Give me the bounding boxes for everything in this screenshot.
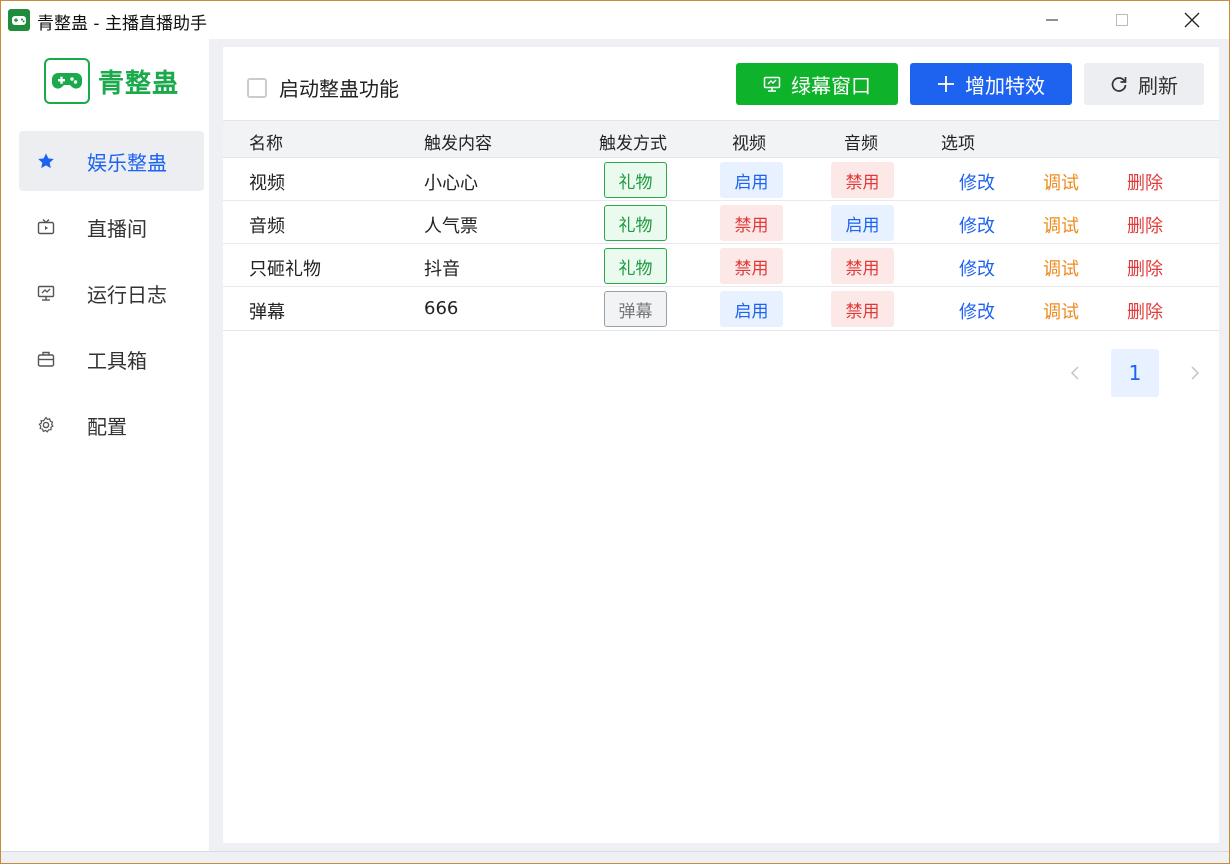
- header-audio: 音频: [844, 134, 878, 154]
- sidebar: 青整蛊 娱乐整蛊 直播间 运行日志 工具箱 配置: [1, 39, 215, 851]
- title-bar: 青整蛊 - 主播直播助手: [1, 1, 1229, 39]
- pagination-prev-button[interactable]: [1065, 359, 1085, 387]
- cell-name: 弹幕: [249, 302, 285, 323]
- debug-link[interactable]: 调试: [1043, 212, 1079, 238]
- enable-prank-toggle[interactable]: 启动整蛊功能: [247, 73, 399, 102]
- cell-name: 音频: [249, 216, 285, 237]
- sidebar-item-label: 直播间: [87, 216, 147, 241]
- sidebar-item-settings[interactable]: 配置: [19, 395, 204, 455]
- table-row: 弹幕 666 弹幕 启用 禁用 修改 调试 删除: [223, 287, 1219, 330]
- debug-link[interactable]: 调试: [1043, 169, 1079, 195]
- cell-content: 人气票: [424, 216, 478, 237]
- debug-link[interactable]: 调试: [1043, 298, 1079, 324]
- edit-link[interactable]: 修改: [959, 169, 995, 195]
- maximize-button[interactable]: [1087, 1, 1157, 39]
- trigger-danmu-tag: 弹幕: [604, 291, 667, 327]
- edit-link[interactable]: 修改: [959, 255, 995, 281]
- audio-status-tag[interactable]: 禁用: [831, 248, 894, 284]
- sidebar-item-live-room[interactable]: 直播间: [19, 197, 204, 257]
- main-panel: 启动整蛊功能 绿幕窗口 增加特效 刷新 名称 触发内容 触发方式 视频 音频 选…: [223, 47, 1219, 843]
- gamepad-logo-icon: [44, 58, 90, 104]
- sidebar-item-label: 娱乐整蛊: [87, 150, 167, 175]
- gamepad-icon: [8, 9, 30, 31]
- star-icon: [37, 152, 55, 170]
- edit-link[interactable]: 修改: [959, 212, 995, 238]
- sidebar-item-label: 运行日志: [87, 282, 167, 307]
- delete-link[interactable]: 删除: [1127, 169, 1163, 195]
- trigger-gift-tag: 礼物: [604, 162, 667, 198]
- close-button[interactable]: [1157, 1, 1227, 39]
- greenscreen-label: 绿幕窗口: [791, 73, 871, 98]
- toolbox-icon: [37, 350, 55, 368]
- trigger-gift-tag: 礼物: [604, 205, 667, 241]
- maximize-icon: [1116, 14, 1128, 26]
- cell-name: 只砸礼物: [249, 259, 321, 280]
- delete-link[interactable]: 删除: [1127, 255, 1163, 281]
- cell-content: 小心心: [424, 173, 478, 194]
- sidebar-item-label: 配置: [87, 414, 127, 439]
- minimize-icon: [1046, 19, 1058, 21]
- enable-checkbox[interactable]: [247, 77, 267, 98]
- cell-name: 视频: [249, 173, 285, 194]
- sidebar-item-label: 工具箱: [87, 348, 147, 373]
- plus-icon: [937, 75, 955, 93]
- debug-link[interactable]: 调试: [1043, 255, 1079, 281]
- table-row: 只砸礼物 抖音 礼物 禁用 禁用 修改 调试 删除: [223, 244, 1219, 287]
- app-logo: 青整蛊: [44, 58, 179, 104]
- audio-status-tag[interactable]: 禁用: [831, 291, 894, 327]
- header-video: 视频: [732, 134, 766, 154]
- window-bottom-edge: [1, 851, 1229, 863]
- refresh-label: 刷新: [1138, 73, 1178, 98]
- video-status-tag[interactable]: 启用: [720, 291, 783, 327]
- cell-content: 666: [424, 298, 459, 319]
- delete-link[interactable]: 删除: [1127, 298, 1163, 324]
- refresh-icon: [1110, 75, 1128, 93]
- header-name: 名称: [249, 134, 283, 154]
- sidebar-item-logs[interactable]: 运行日志: [19, 263, 204, 323]
- sidebar-item-toolbox[interactable]: 工具箱: [19, 329, 204, 389]
- table-row: 视频 小心心 礼物 启用 禁用 修改 调试 删除: [223, 158, 1219, 201]
- video-status-tag[interactable]: 禁用: [720, 248, 783, 284]
- add-effect-label: 增加特效: [965, 73, 1045, 98]
- header-trigger-method: 触发方式: [599, 134, 667, 154]
- add-effect-button[interactable]: 增加特效: [910, 63, 1072, 105]
- table-row: 音频 人气票 礼物 禁用 启用 修改 调试 删除: [223, 201, 1219, 244]
- tv-icon: [37, 218, 55, 236]
- effects-table: 名称 触发内容 触发方式 视频 音频 选项 视频 小心心 礼物 启用 禁用 修改…: [223, 120, 1219, 331]
- pagination-next-button[interactable]: [1185, 359, 1205, 387]
- table-header: 名称 触发内容 触发方式 视频 音频 选项: [223, 121, 1219, 158]
- video-status-tag[interactable]: 禁用: [720, 205, 783, 241]
- delete-link[interactable]: 删除: [1127, 212, 1163, 238]
- sidebar-item-entertainment[interactable]: 娱乐整蛊: [19, 131, 204, 191]
- window-title: 青整蛊 - 主播直播助手: [37, 14, 207, 34]
- minimize-button[interactable]: [1017, 1, 1087, 39]
- refresh-button[interactable]: 刷新: [1084, 63, 1204, 105]
- cell-content: 抖音: [424, 259, 460, 280]
- pagination-page[interactable]: 1: [1111, 349, 1159, 397]
- enable-label: 启动整蛊功能: [279, 77, 399, 101]
- greenscreen-window-button[interactable]: 绿幕窗口: [736, 63, 898, 105]
- trigger-gift-tag: 礼物: [604, 248, 667, 284]
- audio-status-tag[interactable]: 启用: [831, 205, 894, 241]
- header-options: 选项: [941, 134, 975, 154]
- audio-status-tag[interactable]: 禁用: [831, 162, 894, 198]
- chevron-left-icon: [1070, 366, 1079, 380]
- gear-icon: [37, 416, 55, 434]
- monitor-icon: [763, 75, 781, 93]
- app-window: 青整蛊 - 主播直播助手 青整蛊 娱乐整蛊 直播间 运行日志 工具箱 配置 启动…: [0, 0, 1230, 864]
- video-status-tag[interactable]: 启用: [720, 162, 783, 198]
- chevron-right-icon: [1191, 366, 1200, 380]
- monitor-icon: [37, 284, 55, 302]
- close-icon: [1184, 12, 1200, 28]
- logo-text: 青整蛊: [98, 68, 180, 99]
- edit-link[interactable]: 修改: [959, 298, 995, 324]
- header-trigger-content: 触发内容: [424, 134, 492, 154]
